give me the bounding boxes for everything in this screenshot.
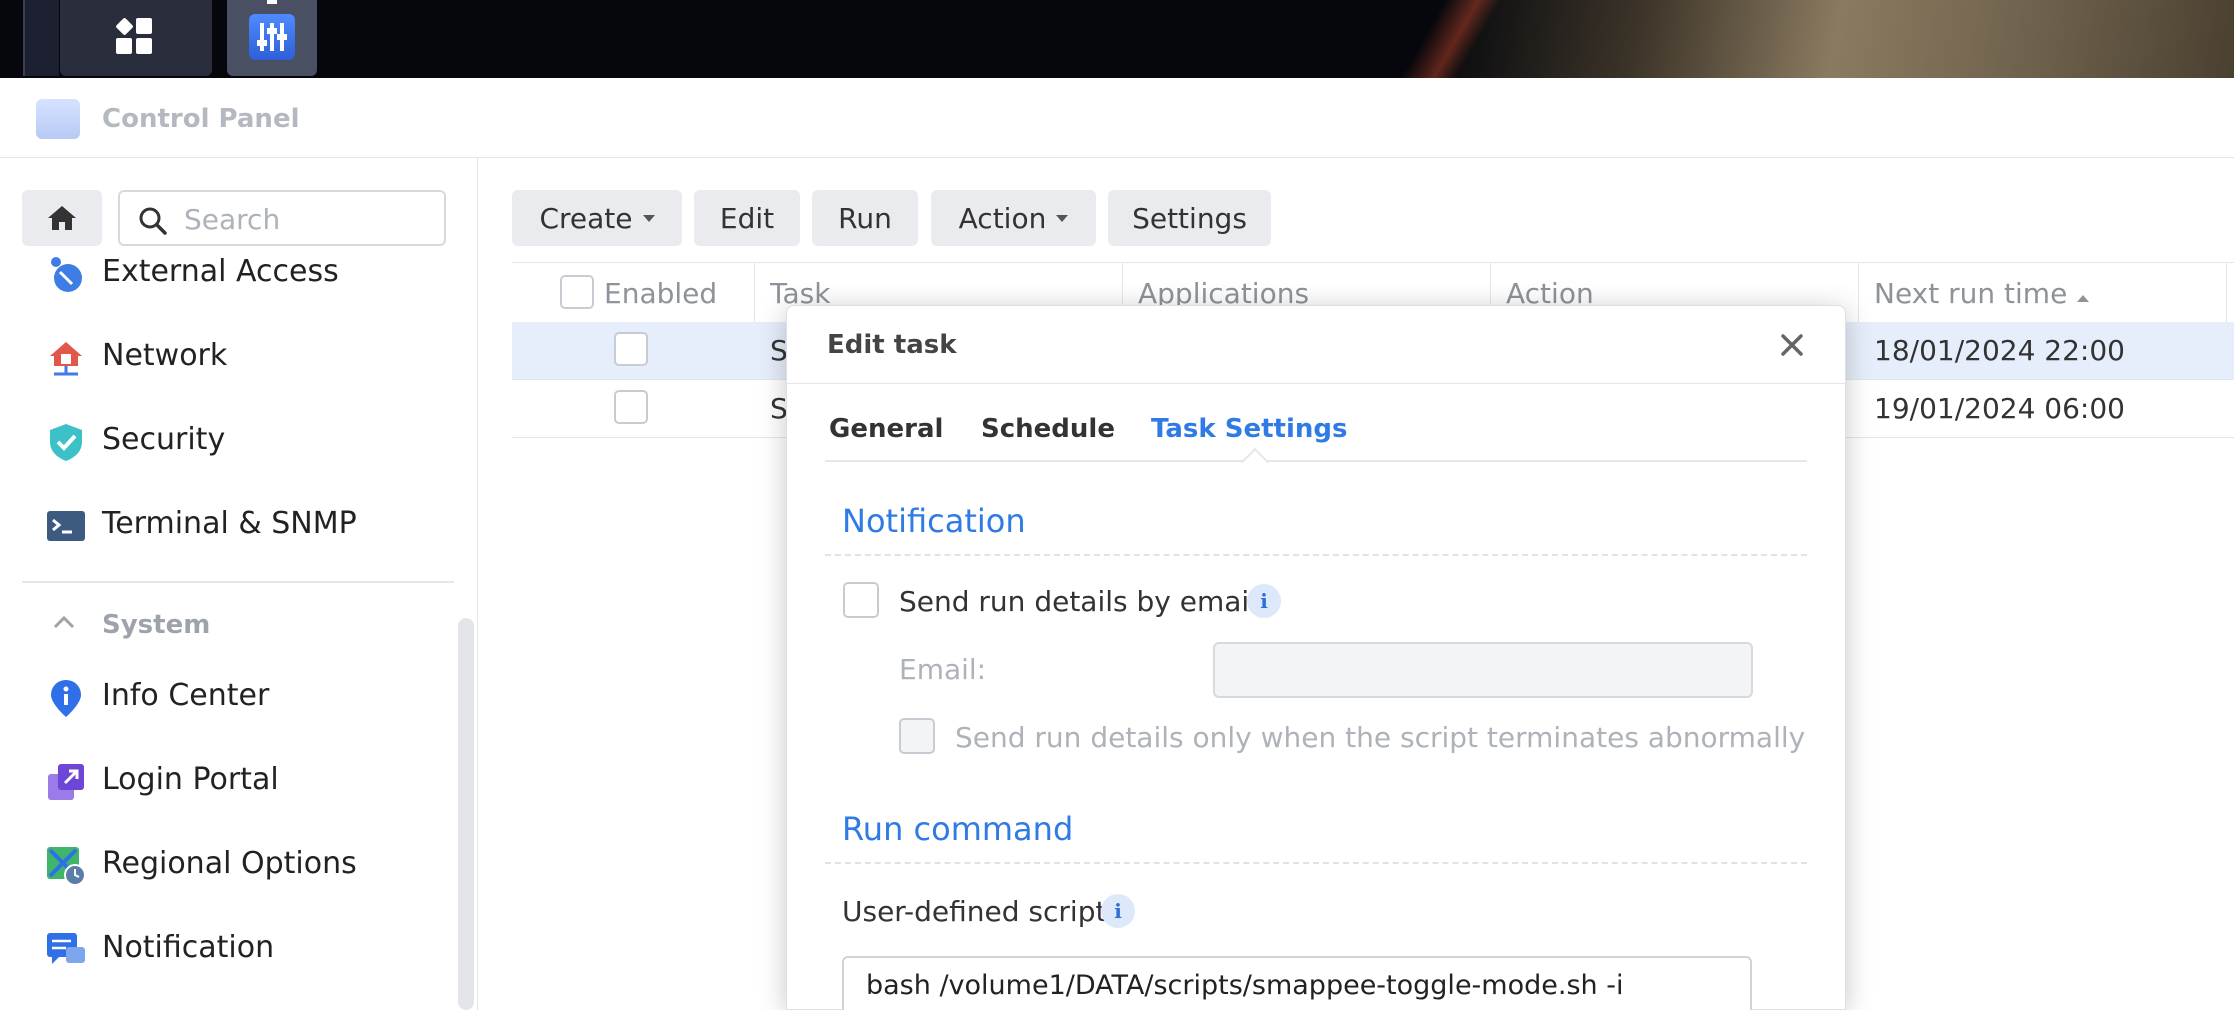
abnormal-only-label: Send run details only when the script te… [955, 721, 1806, 754]
external-access-icon [51, 257, 82, 292]
sidebar-item-regional-options[interactable]: Regional Options [0, 834, 470, 894]
edit-task-dialog: Edit task General Schedule Task Settings… [786, 305, 1846, 1010]
send-email-label[interactable]: Send run details by email [899, 585, 1257, 618]
user-defined-script-label: User-defined script [842, 895, 1107, 928]
email-label: Email: [899, 653, 987, 686]
close-icon[interactable] [1775, 328, 1809, 362]
dialog-header: Edit task [787, 306, 1845, 384]
abnormal-only-checkbox[interactable] [899, 718, 935, 754]
section-divider [825, 554, 1807, 556]
taskbar-separator [23, 0, 59, 76]
sort-ascending-icon [2077, 295, 2090, 302]
wallpaper-detail [1390, 0, 1530, 78]
sidebar-item-external-access[interactable]: External Access [0, 242, 470, 302]
section-run-command-heading: Run command [842, 810, 1074, 848]
dropdown-caret-icon [1056, 214, 1069, 222]
edit-button-label: Edit [719, 201, 775, 235]
create-button-label: Create [539, 201, 633, 235]
sidebar-item-login-portal[interactable]: Login Portal [0, 750, 470, 810]
chevron-up-icon [53, 615, 75, 629]
dialog-tabs: General Schedule Task Settings [825, 406, 1807, 477]
select-all-checkbox[interactable] [560, 275, 594, 309]
network-icon [50, 342, 82, 376]
section-notification-heading: Notification [842, 502, 1026, 540]
security-shield-icon [50, 424, 82, 461]
home-icon [48, 206, 76, 230]
search-input[interactable] [184, 200, 434, 238]
dialog-title: Edit task [827, 330, 957, 360]
action-button[interactable]: Action [931, 190, 1096, 246]
row-next-run-cell: 19/01/2024 06:00 [1874, 392, 2125, 425]
sidebar-item-label: External Access [102, 254, 339, 289]
sidebar: External Access Network Security Termina… [0, 158, 478, 1010]
tab-general[interactable]: General [829, 414, 943, 444]
sidebar-item-network[interactable]: Network [0, 326, 470, 386]
window-titlebar: Control Panel [0, 78, 2234, 158]
active-window-marker [267, 0, 277, 4]
desktop-wallpaper [1234, 0, 2234, 78]
info-center-icon [51, 680, 81, 717]
settings-button[interactable]: Settings [1108, 190, 1271, 246]
sidebar-item-label: Login Portal [102, 762, 279, 797]
sidebar-item-notification[interactable]: Notification [0, 918, 470, 978]
regional-options-icon [47, 847, 86, 886]
settings-button-label: Settings [1132, 201, 1247, 235]
sidebar-item-label: Notification [102, 930, 275, 965]
sidebar-item-label: Security [102, 422, 226, 457]
info-icon[interactable]: i [1101, 894, 1135, 928]
sidebar-item-info-center[interactable]: Info Center [0, 666, 470, 726]
active-tab-pointer [1240, 447, 1270, 477]
sidebar-divider [22, 581, 454, 583]
window-title: Control Panel [102, 104, 300, 134]
column-separator [1858, 263, 1859, 323]
row-next-run-cell: 18/01/2024 22:00 [1874, 334, 2125, 367]
search-box[interactable] [118, 190, 446, 246]
row-enabled-checkbox[interactable] [614, 390, 648, 424]
tab-task-settings[interactable]: Task Settings [1151, 414, 1347, 444]
column-next-run-time-label: Next run time [1874, 277, 2068, 310]
sidebar-item-label: Info Center [102, 678, 270, 713]
row-enabled-checkbox[interactable] [614, 332, 648, 366]
main-menu-button[interactable] [60, 0, 212, 76]
control-panel-app-icon [36, 99, 80, 139]
taskbar [0, 0, 2234, 78]
action-button-label: Action [958, 201, 1047, 235]
run-button-label: Run [838, 201, 892, 235]
column-separator [754, 263, 755, 323]
terminal-icon [47, 511, 85, 541]
sidebar-item-label: Terminal & SNMP [102, 506, 357, 541]
control-panel-icon [249, 14, 295, 60]
search-icon [139, 207, 167, 235]
sidebar-item-label: Network [102, 338, 228, 373]
tab-schedule[interactable]: Schedule [981, 414, 1115, 444]
info-icon[interactable]: i [1247, 584, 1281, 618]
column-next-run-time[interactable]: Next run time [1874, 263, 2090, 323]
column-separator [2226, 263, 2227, 323]
sidebar-scrollbar[interactable] [458, 618, 474, 1010]
dropdown-caret-icon [642, 214, 655, 222]
sidebar-item-label: Regional Options [102, 846, 357, 881]
taskbar-control-panel-button[interactable] [227, 0, 317, 76]
email-field[interactable] [1213, 642, 1753, 698]
app-grid-icon [116, 18, 152, 54]
home-button[interactable] [22, 190, 102, 246]
login-portal-icon [48, 764, 84, 800]
user-defined-script-input[interactable]: bash /volume1/DATA/scripts/smappee-toggl… [842, 956, 1752, 1010]
run-button[interactable]: Run [812, 190, 918, 246]
section-divider [825, 862, 1807, 864]
send-email-checkbox[interactable] [843, 582, 879, 618]
column-enabled[interactable]: Enabled [604, 263, 717, 323]
edit-button[interactable]: Edit [694, 190, 800, 246]
create-button[interactable]: Create [512, 190, 682, 246]
notification-icon [47, 933, 85, 964]
sidebar-item-terminal-snmp[interactable]: Terminal & SNMP [0, 494, 470, 554]
sidebar-item-security[interactable]: Security [0, 410, 470, 470]
section-label: System [102, 610, 211, 640]
